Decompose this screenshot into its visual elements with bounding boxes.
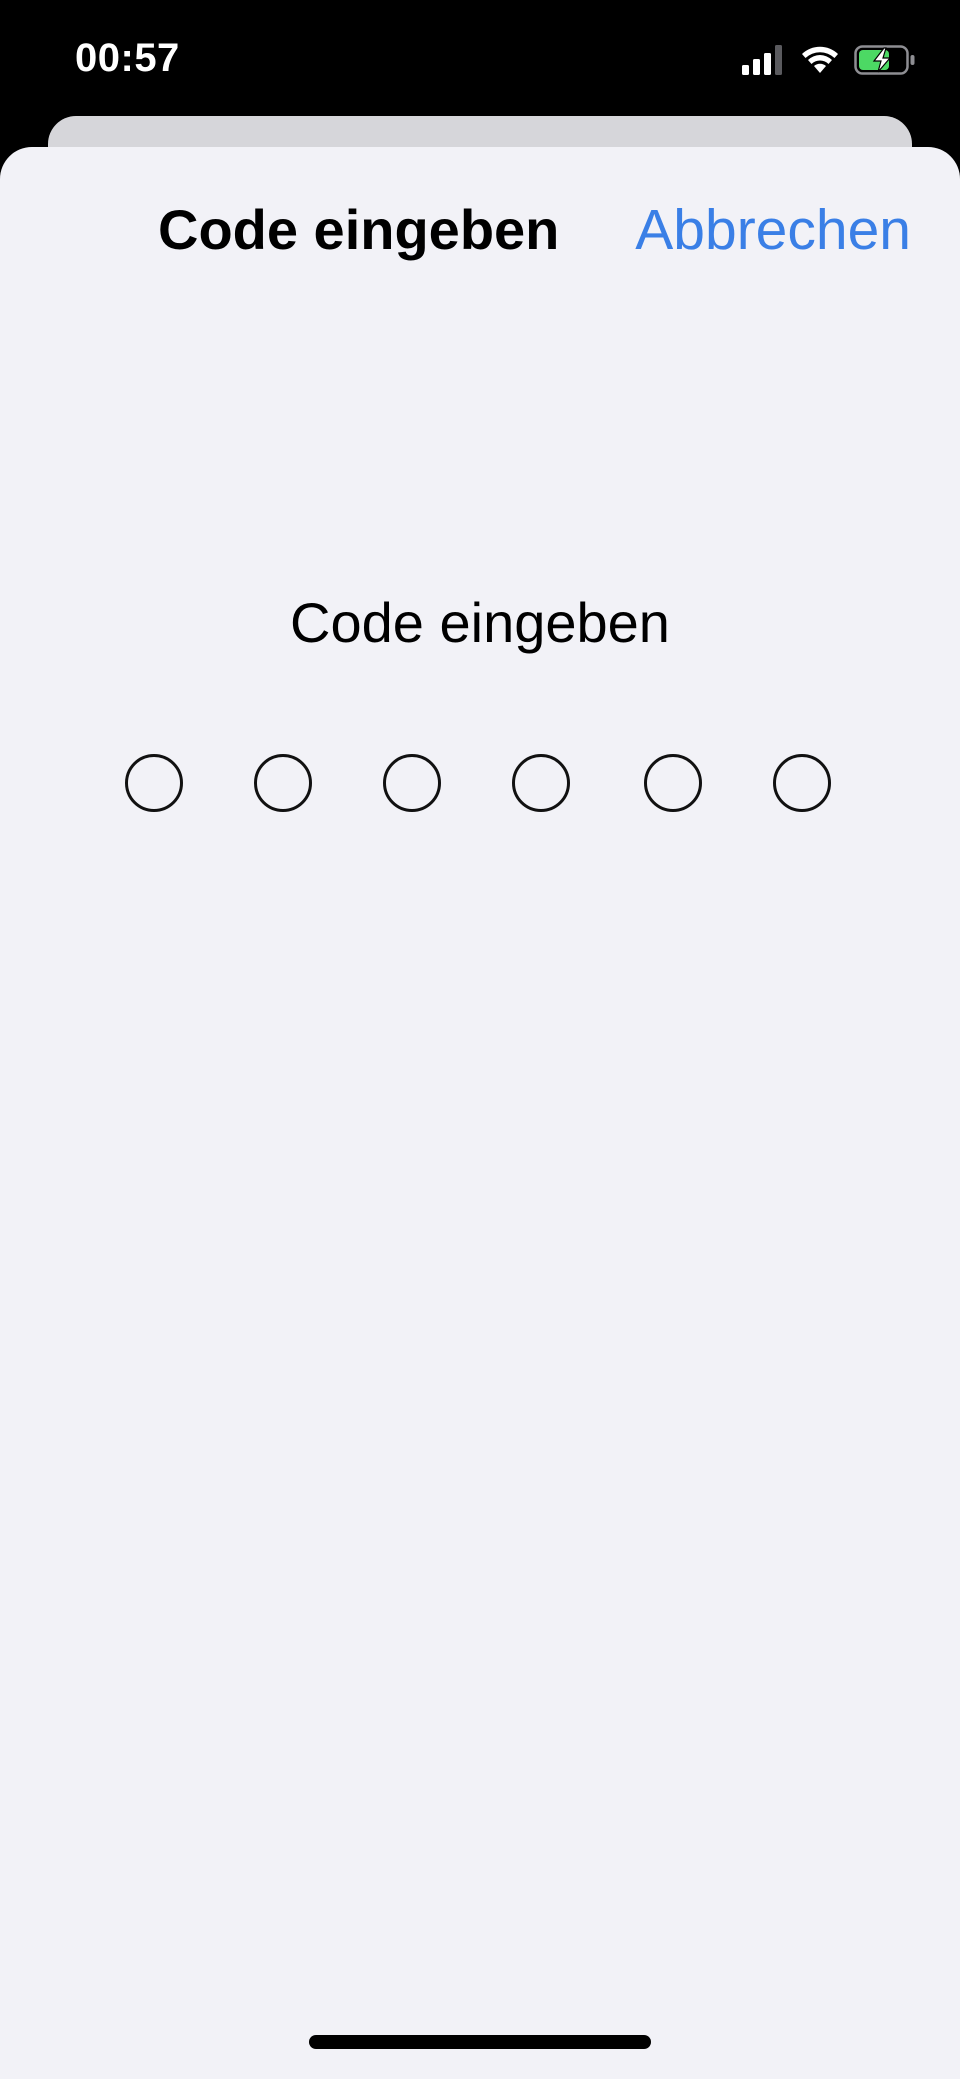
code-digit-1 xyxy=(125,754,183,812)
sheet-nav-bar: Code eingeben Abbrechen xyxy=(0,195,960,265)
code-input[interactable] xyxy=(0,754,960,814)
wifi-icon xyxy=(800,45,840,75)
code-prompt: Code eingeben xyxy=(290,591,670,654)
status-bar: 00:57 xyxy=(0,0,960,118)
code-digit-6 xyxy=(773,754,831,812)
code-entry-sheet: Code eingeben Abbrechen Code eingeben xyxy=(0,147,960,2079)
code-digit-2 xyxy=(254,754,312,812)
battery-charging-icon xyxy=(854,45,916,75)
cancel-button[interactable]: Abbrechen xyxy=(635,195,911,265)
status-icons xyxy=(742,44,916,76)
code-digit-4 xyxy=(512,754,570,812)
code-digit-3 xyxy=(383,754,441,812)
screen: 00:57 Code eingeben Abbrechen Code einge… xyxy=(0,0,960,2079)
cellular-signal-icon xyxy=(742,45,786,75)
code-digit-5 xyxy=(644,754,702,812)
status-time: 00:57 xyxy=(75,36,180,80)
home-indicator[interactable] xyxy=(309,2035,651,2049)
sheet-title: Code eingeben xyxy=(158,198,560,261)
